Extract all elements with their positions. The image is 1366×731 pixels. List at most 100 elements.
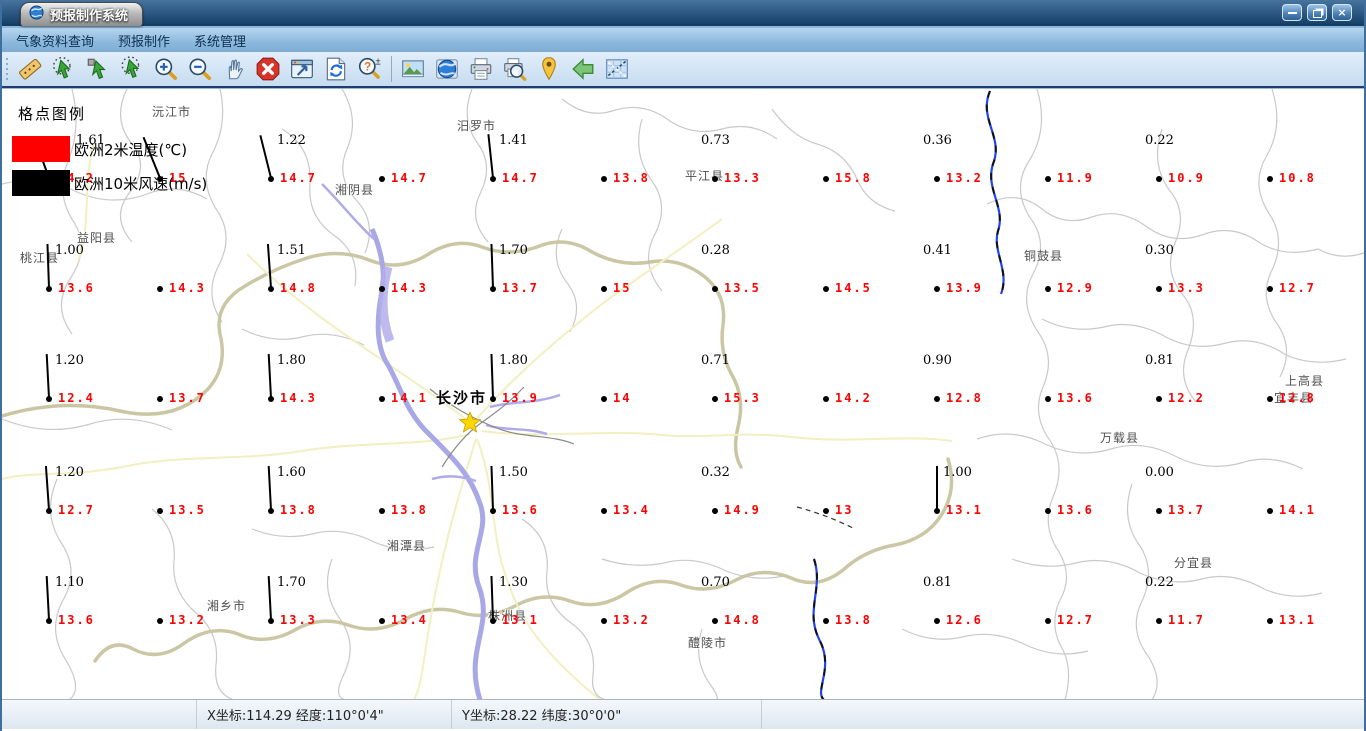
temperature-value: 13.6 (1057, 503, 1094, 517)
temperature-value: 13.8 (280, 503, 317, 517)
wind-speed-value: 0.00 (1145, 465, 1174, 480)
identify-button[interactable]: ±? (353, 53, 387, 85)
temperature-value: 13 (835, 503, 854, 517)
temperature-value: 14 (613, 391, 632, 405)
temperature-value: 13.3 (724, 171, 761, 185)
close-button[interactable]: × (1332, 4, 1352, 21)
menu-item-2[interactable]: 系统管理 (194, 31, 246, 50)
svg-text:?: ? (364, 60, 371, 74)
grid-point-dot (1156, 176, 1162, 182)
legend-label-1: 欧洲10米风速(m/s) (74, 174, 208, 193)
zoom-in-button[interactable] (149, 53, 183, 85)
legend-title: 格点图例 (18, 105, 87, 123)
map-pin-icon (542, 57, 556, 81)
temperature-value: 15.8 (835, 171, 872, 185)
temperature-value: 13.5 (724, 281, 761, 295)
wind-barb (936, 466, 938, 510)
grid-point-dot (1156, 618, 1162, 624)
grid-point-dot (268, 396, 274, 402)
grid-point-dot (601, 618, 607, 624)
zoom-out-icon (189, 58, 212, 81)
titlebar: 预报制作系统 × (2, 0, 1364, 28)
grid-point-dot (268, 286, 274, 292)
stop-button[interactable] (251, 53, 285, 85)
temperature-value: 13.2 (946, 171, 983, 185)
province-boundary (2, 240, 954, 663)
minimize-button[interactable] (1282, 4, 1302, 21)
globe-button[interactable] (430, 53, 464, 85)
temperature-value: 10.8 (1279, 171, 1316, 185)
grid-point-dot (1267, 508, 1273, 514)
grid-point-dot (712, 508, 718, 514)
wind-speed-value: 1.10 (55, 575, 84, 590)
grid-point-dot (46, 396, 52, 402)
menu-item-0[interactable]: 气象资料查询 (16, 31, 94, 50)
grid-select-button[interactable] (600, 53, 634, 85)
map-canvas[interactable]: 沅江市 汨罗市 湘阴县 平江县 益阳县 桃江县 铜鼓县 宜丰县 长沙市 上高县 万载县 湘潭县 分宜县湘… (2, 88, 1364, 699)
app-tab[interactable]: 预报制作系统 (20, 2, 144, 26)
zoom-out-button[interactable] (183, 53, 217, 85)
grid-point-dot (601, 176, 607, 182)
grid-point-dot (1045, 396, 1051, 402)
legend-swatch-1 (12, 170, 70, 196)
full-extent-button[interactable] (285, 53, 319, 85)
grid-point-dot (823, 286, 829, 292)
pan-hand-button[interactable] (217, 53, 251, 85)
temperature-value: 12.2 (1168, 391, 1205, 405)
grid-point-dot (601, 396, 607, 402)
map-pin-button[interactable] (532, 53, 566, 85)
grid-point-dot (490, 508, 496, 514)
temperature-value: 14.3 (169, 281, 206, 295)
temperature-value: 14.9 (724, 503, 761, 517)
grid-point-dot (934, 396, 940, 402)
temperature-value: 12.4 (58, 391, 95, 405)
restore-button[interactable] (1307, 4, 1327, 21)
temperature-value: 13.2 (169, 613, 206, 627)
wind-speed-value: 1.80 (499, 353, 528, 368)
wind-speed-value: 1.70 (277, 575, 306, 590)
grid-point-dot (490, 396, 496, 402)
select-elements-button[interactable] (81, 53, 115, 85)
temperature-value: 13.3 (1168, 281, 1205, 295)
temperature-value: 12.6 (946, 613, 983, 627)
export-image-button[interactable] (396, 53, 430, 85)
wind-speed-value: 1.00 (943, 465, 972, 480)
print-button[interactable] (464, 53, 498, 85)
wind-speed-value: 0.70 (701, 575, 730, 590)
place-label: 湘阴县 (335, 183, 375, 197)
globe-logo-icon (29, 5, 44, 24)
full-extent-icon (291, 59, 313, 79)
place-label: 湘潭县 (387, 539, 427, 553)
print-preview-button[interactable] (498, 53, 532, 85)
select-graphics-button[interactable] (115, 53, 149, 85)
grid-point-dot (934, 508, 940, 514)
temperature-value: 12.7 (1279, 281, 1316, 295)
menu-item-1[interactable]: 预报制作 (118, 31, 170, 50)
place-label: 分宜县 (1174, 556, 1214, 570)
grid-point-dot (157, 508, 163, 514)
grid-point-dot (601, 508, 607, 514)
grid-point-dot (379, 508, 385, 514)
measure-ruler-button[interactable] (13, 53, 47, 85)
legend-item-0: 欧洲2米温度(℃) (12, 136, 207, 162)
grid-point-dot (490, 618, 496, 624)
grid-point-dot (823, 508, 829, 514)
temperature-value: 11.7 (1168, 613, 1205, 627)
wind-speed-value: 0.81 (923, 575, 952, 590)
refresh-button[interactable] (319, 53, 353, 85)
toolbar-grip[interactable] (4, 56, 10, 82)
grid-point-dot (712, 618, 718, 624)
wind-speed-value: 1.70 (499, 243, 528, 258)
select-elements-icon (87, 58, 106, 80)
grid-legend: 格点图例 欧洲2米温度(℃) 欧洲10米风速(m/s) (12, 103, 207, 204)
select-features-button[interactable] (47, 53, 81, 85)
status-x-coordinate: X坐标:114.29 经度:110°0'4" (197, 700, 452, 729)
temperature-value: 14.8 (724, 613, 761, 627)
grid-point-dot (379, 176, 385, 182)
status-blank-section (2, 700, 197, 729)
temperature-value: 14.7 (502, 171, 539, 185)
go-back-button[interactable] (566, 53, 600, 85)
grid-point-dot (46, 618, 52, 624)
place-label: 桃江县 (20, 251, 60, 265)
wind-speed-value: 0.36 (923, 133, 952, 148)
